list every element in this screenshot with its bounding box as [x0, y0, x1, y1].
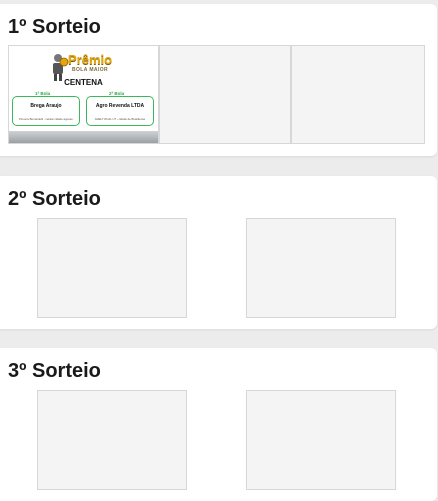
prize-image-footer	[9, 131, 158, 143]
winner-1-info: Pinuera Bernardelli - celular cidade agr…	[19, 117, 73, 121]
image-placeholder[interactable]	[37, 390, 187, 490]
image-placeholder[interactable]	[159, 45, 291, 144]
draw-title-2: 2º Sorteio	[8, 188, 101, 210]
prize-category: CENTENA	[64, 78, 103, 87]
draw-card-3: 3º Sorteio	[0, 348, 437, 501]
prize-image[interactable]: Prêmio BOLA MAIOR CENTENA 1ª Bola 2ª Bol…	[8, 45, 159, 144]
winner-2-info: ADELT RUAL UT - cidade de Brasiliense	[94, 117, 146, 121]
image-placeholder[interactable]	[246, 390, 396, 490]
image-placeholder[interactable]	[246, 218, 396, 318]
draw-title-3: 3º Sorteio	[8, 360, 101, 382]
draw-title-1: 1º Sorteio	[8, 16, 101, 38]
image-placeholder[interactable]	[37, 218, 187, 318]
winner-2-name: Agro Revenda LTDA	[95, 103, 145, 109]
image-placeholder[interactable]	[291, 45, 425, 144]
winner-1-name: Brega Araujo	[30, 103, 62, 109]
draw-card-2: 2º Sorteio	[0, 176, 437, 329]
prize-logo-title: Prêmio	[68, 52, 113, 67]
prize-logo-subtitle: BOLA MAIOR	[72, 67, 109, 73]
winner-box-2: Agro Revenda LTDA ADELT RUAL UT - cidade…	[86, 96, 154, 126]
draw-card-1: 1º Sorteio Prêmio BOLA MAIOR CENTENA 1ª …	[0, 4, 437, 156]
winner-box-1: Brega Araujo Pinuera Bernardelli - celul…	[12, 96, 80, 126]
